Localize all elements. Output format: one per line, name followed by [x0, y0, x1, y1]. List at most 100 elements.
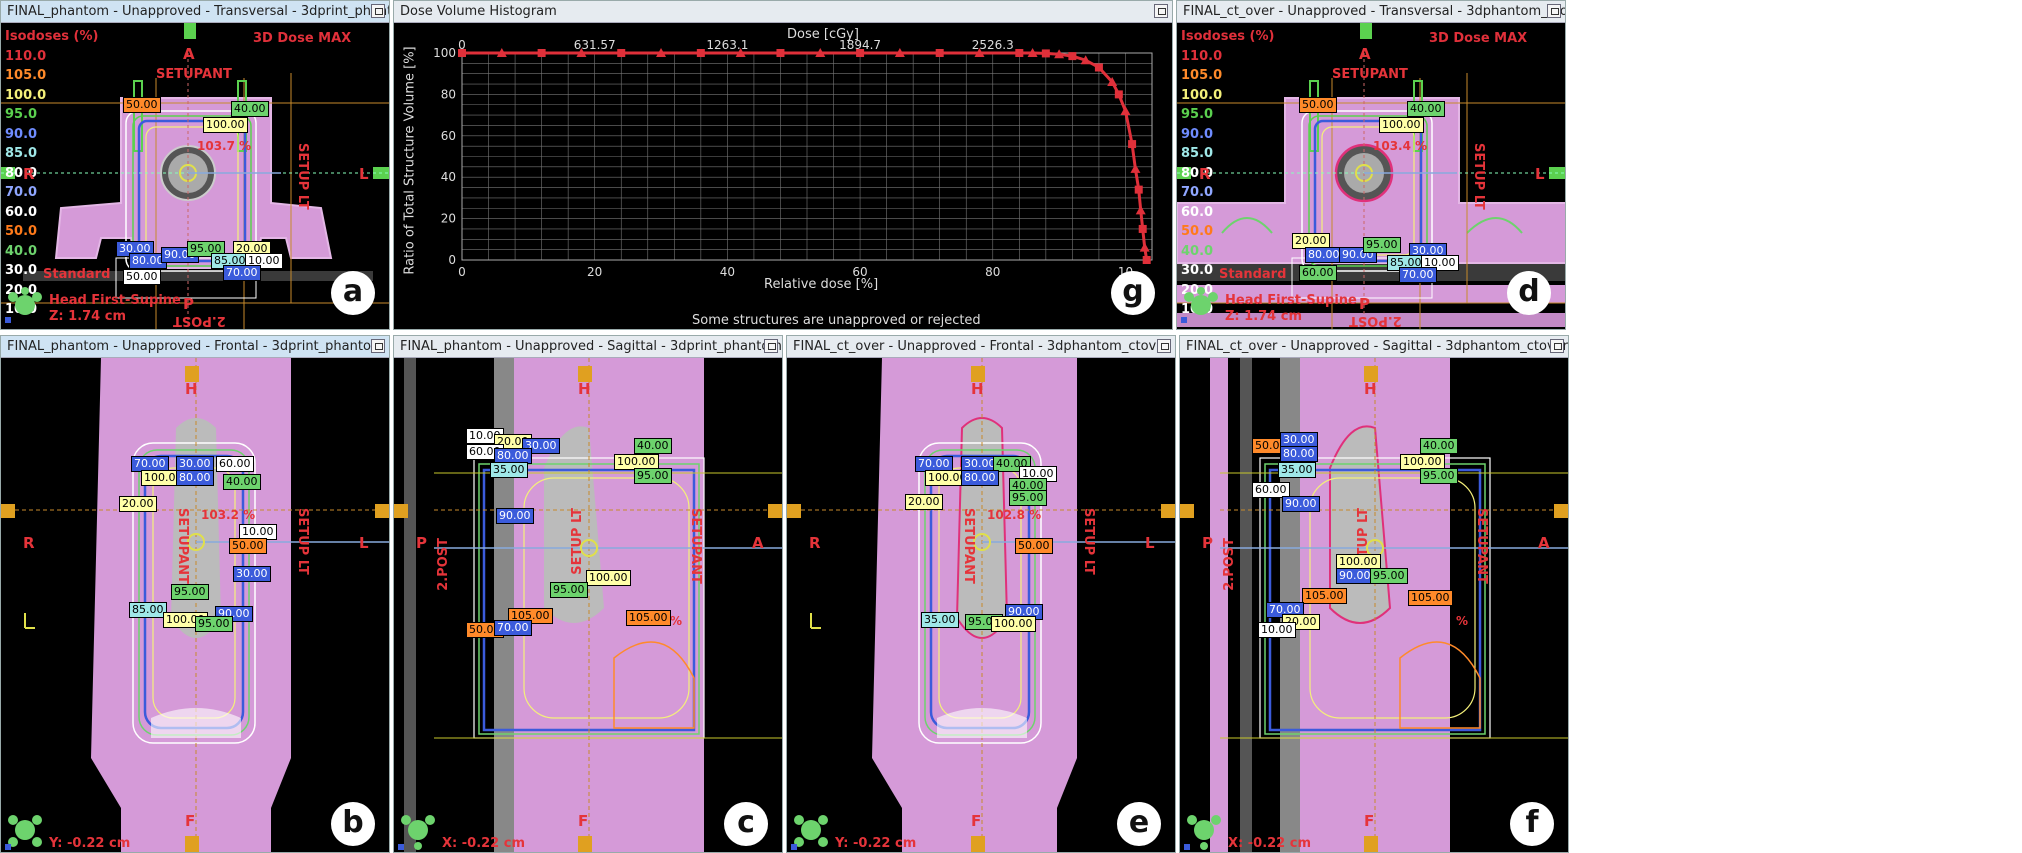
isodose-level: 40.0: [1181, 243, 1214, 259]
isodose-tag: 50.00: [123, 269, 161, 285]
panel-title[interactable]: FINAL_phantom - Unapproved - Transversal…: [1, 1, 389, 23]
isodose-tag: 50.00: [123, 97, 161, 113]
x-tick-label: 0: [458, 265, 466, 279]
orientation-right: L: [1535, 165, 1545, 183]
y-tick-label: 20: [441, 212, 456, 226]
isodose-tag: 50.00: [1299, 97, 1337, 113]
panel-title[interactable]: Dose Volume Histogram: [394, 1, 1172, 23]
isodose-tag: 85.00: [129, 602, 167, 618]
panel-f-sagittal[interactable]: FINAL_ct_over - Unapproved - Sagittal - …: [1179, 335, 1569, 853]
isodose-level: 60.0: [1181, 204, 1214, 220]
dvh-point: [617, 49, 626, 57]
patient-position: Head First-Supine: [49, 293, 181, 308]
isodose-tag: 80.00: [1280, 446, 1318, 462]
isodose-tag: 35.00: [490, 462, 528, 478]
panel-d-transversal[interactable]: FINAL_ct_over - Unapproved - Transversal…: [1176, 0, 1566, 330]
image-viewport[interactable]: Isodoses (%) 110.0 105.0 100.0 95.0 90.0…: [1177, 23, 1565, 329]
sagittal-image: [1180, 358, 1568, 852]
x2-tick-label: 2526.3: [972, 38, 1014, 52]
isodose-tag: 95.00: [1363, 237, 1401, 253]
panel-letter: d: [1507, 271, 1551, 315]
panel-letter: b: [331, 802, 375, 846]
panel-title[interactable]: FINAL_phantom - Unapproved - Frontal - 3…: [1, 336, 389, 358]
isodose-tag: 95.00: [1009, 490, 1047, 506]
patient-orientation-icon: [1181, 287, 1218, 323]
dvh-point: [776, 49, 785, 57]
isodose-tag: 80.00: [176, 470, 214, 486]
isodose-tag: 35.00: [921, 612, 959, 628]
setup-side-label: SETUP LT: [1471, 143, 1486, 210]
isodose-tag: 30.00: [233, 566, 271, 582]
orientation-left: P: [416, 534, 427, 552]
slice-coordinate: X: -0.22 cm: [1228, 836, 1311, 851]
panel-g-dvh[interactable]: Dose Volume Histogram 0 20 40 60 80 100 0 20 40 6…: [393, 0, 1173, 330]
panel-title[interactable]: FINAL_ct_over - Unapproved - Sagittal - …: [1180, 336, 1568, 358]
isodose-tag: 80.00: [961, 470, 999, 486]
dvh-point: [458, 49, 466, 57]
maximize-button[interactable]: [1154, 4, 1168, 18]
setup-side-label: SETUP LT: [295, 143, 310, 210]
panel-a-transversal[interactable]: FINAL_phantom - Unapproved - Transversal…: [0, 0, 390, 330]
maximize-button[interactable]: [1550, 339, 1564, 353]
panel-title[interactable]: FINAL_ct_over - Unapproved - Transversal…: [1177, 1, 1565, 23]
orientation-bottom: F: [1364, 812, 1375, 830]
isodose-tag: 95.00: [634, 468, 672, 484]
panel-c-sagittal[interactable]: FINAL_phantom - Unapproved - Sagittal - …: [393, 335, 783, 853]
dvh-point: [1134, 185, 1143, 194]
y-tick-label: 60: [441, 129, 456, 143]
panel-title[interactable]: FINAL_phantom - Unapproved - Sagittal - …: [394, 336, 782, 358]
orientation-left: R: [1199, 165, 1211, 183]
image-viewport[interactable]: Isodoses (%) 110.0 105.0 100.0 95.0 90.0…: [1, 23, 389, 329]
image-viewport[interactable]: H F R L SETUP LT SETUPANT 103.2 % Y: -0.…: [1, 358, 389, 852]
panel-letter: a: [331, 271, 375, 315]
orientation-top: H: [185, 380, 198, 398]
setup-top-label: SETUPANT: [156, 67, 232, 82]
dose-max-label: 3D Dose MAX: [253, 31, 352, 46]
orientation-bottom: P: [183, 295, 194, 313]
isodose-level: 70.0: [5, 185, 38, 200]
patient-orientation-icon: [398, 815, 435, 850]
patient-orientation-icon: [1184, 815, 1221, 850]
x2-tick-label: 631.57: [574, 38, 616, 52]
maximize-button[interactable]: [371, 339, 385, 353]
panel-letter: g: [1111, 271, 1155, 315]
standard-label: Standard: [1219, 267, 1287, 282]
panel-title[interactable]: FINAL_ct_over - Unapproved - Frontal - 3…: [787, 336, 1175, 358]
patient-orientation-icon: [791, 815, 828, 850]
panel-letter: e: [1117, 802, 1161, 846]
x-tick-label: 40: [720, 265, 735, 279]
panel-e-frontal[interactable]: FINAL_ct_over - Unapproved - Frontal - 3…: [786, 335, 1176, 853]
orientation-left: R: [23, 165, 35, 183]
max-dose-value: 103.4 %: [1373, 139, 1428, 153]
panel-title-text: Dose Volume Histogram: [400, 4, 557, 19]
frontal-image: [1, 358, 389, 852]
isodose-tag: 40.00: [1420, 438, 1458, 454]
y-axis-label: Ratio of Total Structure Volume [%]: [402, 46, 418, 275]
isodose-level: 80.0: [5, 165, 38, 181]
isodose-tag: 90.00: [1336, 568, 1374, 584]
patient-orientation-icon: [5, 287, 42, 323]
orientation-bottom: F: [578, 812, 589, 830]
image-viewport[interactable]: H F R L SETUP LT SETUPANT 102.8 % Y: -0.…: [787, 358, 1175, 852]
orientation-top: H: [971, 380, 984, 398]
slice-coordinate: Y: -0.22 cm: [835, 836, 917, 851]
orientation-right: L: [359, 534, 369, 552]
isodose-legend-title: Isodoses (%): [5, 29, 99, 44]
orientation-left: P: [1202, 534, 1213, 552]
maximize-button[interactable]: [1547, 4, 1561, 18]
isodose-tag: 20.00: [119, 496, 157, 512]
setup-bottom-label: 2.POST: [1349, 313, 1402, 328]
dvh-viewport[interactable]: 020406080100020406080100631.571263.11894…: [394, 23, 1172, 329]
patient-orientation-icon: [5, 815, 42, 850]
panel-b-frontal[interactable]: FINAL_phantom - Unapproved - Frontal - 3…: [0, 335, 390, 853]
dvh-point: [1114, 90, 1123, 99]
isodose-tag: 40.00: [1407, 101, 1445, 117]
maximize-button[interactable]: [1157, 339, 1171, 353]
maximize-button[interactable]: [371, 4, 385, 18]
image-viewport[interactable]: H F P A SETUPANT SETUP LT 2.POST % X: -0…: [1180, 358, 1568, 852]
maximize-button[interactable]: [764, 339, 778, 353]
isodose-tag: 40.00: [634, 438, 672, 454]
sagittal-image: [394, 358, 782, 852]
dvh-point: [1130, 163, 1141, 173]
image-viewport[interactable]: H F P A SETUPANT SETUP LT 2.POST % X: -0…: [394, 358, 782, 852]
